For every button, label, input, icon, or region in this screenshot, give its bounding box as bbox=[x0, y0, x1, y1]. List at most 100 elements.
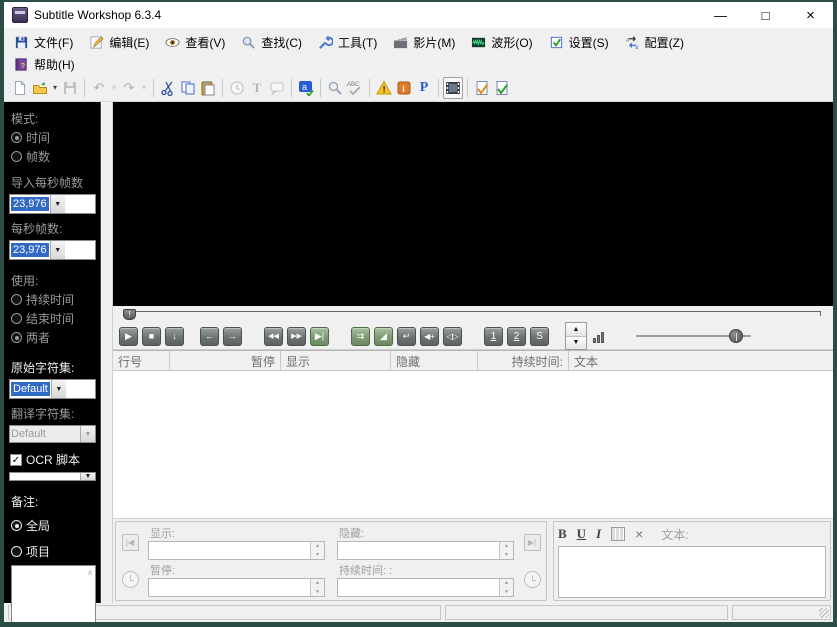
menu-settings[interactable]: 设置(S) bbox=[545, 34, 621, 51]
col-show[interactable]: 显示 bbox=[281, 351, 391, 370]
hide-time-spinner[interactable]: ▲ ▼ bbox=[499, 542, 513, 559]
close-button[interactable]: × bbox=[788, 2, 833, 28]
jump-to-subtitle-button[interactable]: ↓ bbox=[165, 326, 184, 346]
menu-search[interactable]: 查找(C) bbox=[237, 34, 314, 51]
play-button[interactable]: ▶ bbox=[119, 326, 138, 346]
sync-button[interactable]: S bbox=[530, 326, 549, 346]
hide-time-input[interactable]: ▲ ▼ bbox=[337, 541, 514, 560]
sync-point-2-button[interactable]: 2 bbox=[507, 326, 526, 346]
trans-charset-combobox[interactable]: Default ▼ bbox=[9, 425, 96, 443]
volume-slider[interactable] bbox=[636, 327, 751, 345]
translate-button[interactable]: a bbox=[296, 77, 316, 99]
chevron-down-icon[interactable]: ▼ bbox=[50, 380, 66, 398]
validate-green-button[interactable] bbox=[492, 77, 512, 99]
move-subtitle-button[interactable]: ◢ bbox=[374, 326, 393, 346]
pause-clock-icon[interactable] bbox=[121, 571, 139, 588]
rewind-button[interactable]: ◀◀ bbox=[264, 326, 283, 346]
clear-format-button[interactable]: × bbox=[635, 526, 643, 542]
col-line-number[interactable]: 行号 bbox=[113, 351, 170, 370]
work-both-radio[interactable]: 两者 bbox=[11, 329, 96, 346]
scroll-down-icon[interactable]: ∨ bbox=[87, 621, 93, 622]
sync-point-1-button[interactable]: 1 bbox=[484, 326, 503, 346]
cut-button[interactable] bbox=[158, 77, 178, 99]
grid-body[interactable] bbox=[113, 371, 833, 518]
forward-button[interactable]: → bbox=[223, 326, 242, 346]
rate-spinner[interactable]: ▲ ▼ bbox=[565, 322, 587, 350]
underline-button[interactable]: U bbox=[577, 526, 586, 542]
mode-time-radio[interactable]: 时间 bbox=[11, 129, 96, 146]
seek-track[interactable] bbox=[129, 311, 821, 316]
pause-time-input[interactable]: ▲ ▼ bbox=[148, 578, 325, 597]
maximize-button[interactable]: □ bbox=[743, 2, 788, 28]
ocr-script-combobox[interactable]: ▼ bbox=[9, 472, 96, 481]
subtitle-text-input[interactable] bbox=[558, 546, 826, 598]
set-pause-button[interactable]: ↵ bbox=[397, 326, 416, 346]
chevron-down-icon[interactable]: ▼ bbox=[80, 473, 95, 480]
redo-button[interactable]: ↷ bbox=[119, 77, 139, 99]
resize-grip[interactable] bbox=[819, 608, 829, 618]
save-button[interactable] bbox=[60, 77, 80, 99]
chevron-down-icon[interactable]: ▼ bbox=[49, 195, 65, 213]
pause-time-spinner[interactable]: ▲ ▼ bbox=[310, 579, 324, 596]
input-fps-combobox[interactable]: 23,976 ▼ bbox=[9, 194, 96, 214]
find-button[interactable] bbox=[325, 77, 345, 99]
validate-orange-button[interactable] bbox=[472, 77, 492, 99]
next-subtitle-button[interactable]: ▶| bbox=[523, 534, 541, 551]
menu-movie[interactable]: 影片(M) bbox=[389, 34, 467, 51]
menu-edit[interactable]: 编辑(E) bbox=[85, 34, 161, 51]
col-pause[interactable]: 暂停 bbox=[170, 351, 281, 370]
ocr-script-checkbox[interactable]: ✓ OCR 脚本 bbox=[10, 451, 96, 468]
show-time-spinner[interactable]: ▲ ▼ bbox=[310, 542, 324, 559]
volume-thumb[interactable] bbox=[729, 329, 743, 343]
copy-button[interactable] bbox=[178, 77, 198, 99]
show-time-input[interactable]: ▲ ▼ bbox=[148, 541, 325, 560]
paste-button[interactable] bbox=[198, 77, 218, 99]
duration-time-input[interactable]: ▲ ▼ bbox=[337, 578, 514, 597]
time-button[interactable] bbox=[227, 77, 247, 99]
set-start-button[interactable]: ◀+ bbox=[420, 326, 439, 346]
scroll-up-icon[interactable]: ∧ bbox=[87, 568, 93, 577]
open-dropdown-arrow[interactable]: ▾ bbox=[50, 83, 60, 92]
prev-subtitle-button[interactable]: |◀ bbox=[121, 534, 139, 551]
col-text[interactable]: 文本 bbox=[569, 351, 833, 370]
work-end-radio[interactable]: 结束时间 bbox=[11, 310, 96, 327]
sidebar-splitter[interactable] bbox=[101, 102, 113, 603]
comment-button[interactable] bbox=[267, 77, 287, 99]
col-duration[interactable]: 持续时间: bbox=[478, 351, 569, 370]
menu-view[interactable]: 查看(V) bbox=[161, 34, 237, 51]
col-hide[interactable]: 隐藏 bbox=[391, 351, 478, 370]
work-duration-radio[interactable]: 持续时间 bbox=[11, 291, 96, 308]
menu-file[interactable]: 文件(F) bbox=[10, 34, 85, 51]
orig-charset-combobox[interactable]: Default ▼ bbox=[9, 379, 96, 399]
info-errors-button[interactable]: i bbox=[394, 77, 414, 99]
stop-button[interactable]: ■ bbox=[142, 326, 161, 346]
menu-waveform[interactable]: 波形(O) bbox=[467, 34, 544, 51]
start-end-button[interactable]: ◁▷ bbox=[443, 326, 462, 346]
fps-combobox[interactable]: 23,976 ▼ bbox=[9, 240, 96, 260]
bold-button[interactable]: B bbox=[558, 526, 567, 542]
redo-dropdown-arrow[interactable]: ▾ bbox=[139, 83, 149, 92]
notes-global-radio[interactable]: 全局 bbox=[11, 517, 96, 534]
menu-help[interactable]: ? 帮助(H) bbox=[10, 56, 87, 73]
chevron-down-icon[interactable]: ▼ bbox=[49, 241, 65, 259]
duration-clock-icon[interactable] bbox=[523, 571, 541, 588]
notes-textbox[interactable]: ∧ ∨ < > bbox=[11, 565, 96, 622]
undo-dropdown-arrow[interactable]: ▾ bbox=[109, 83, 119, 92]
alter-speed-button[interactable]: ▶| bbox=[310, 326, 329, 346]
new-file-button[interactable] bbox=[10, 77, 30, 99]
text-mode-button[interactable]: T bbox=[247, 77, 267, 99]
spin-down-icon[interactable]: ▼ bbox=[566, 336, 586, 349]
fast-forward-button[interactable]: ▶▶ bbox=[287, 326, 306, 346]
spin-up-icon[interactable]: ▲ bbox=[566, 323, 586, 337]
pascal-script-button[interactable]: P bbox=[414, 77, 434, 99]
minimize-button[interactable]: — bbox=[698, 2, 743, 28]
menu-config[interactable]: AB 配置(Z) bbox=[621, 34, 696, 51]
back-button[interactable]: ← bbox=[200, 326, 219, 346]
undo-button[interactable]: ↶ bbox=[89, 77, 109, 99]
color-grid-icon[interactable] bbox=[611, 527, 626, 541]
notes-project-radio[interactable]: 项目 bbox=[11, 543, 96, 560]
duration-time-spinner[interactable]: ▲ ▼ bbox=[499, 579, 513, 596]
spellcheck-button[interactable]: ABC bbox=[345, 77, 365, 99]
seek-thumb[interactable]: ! bbox=[123, 309, 136, 320]
scroll-list-button[interactable]: ⇉ bbox=[351, 326, 370, 346]
